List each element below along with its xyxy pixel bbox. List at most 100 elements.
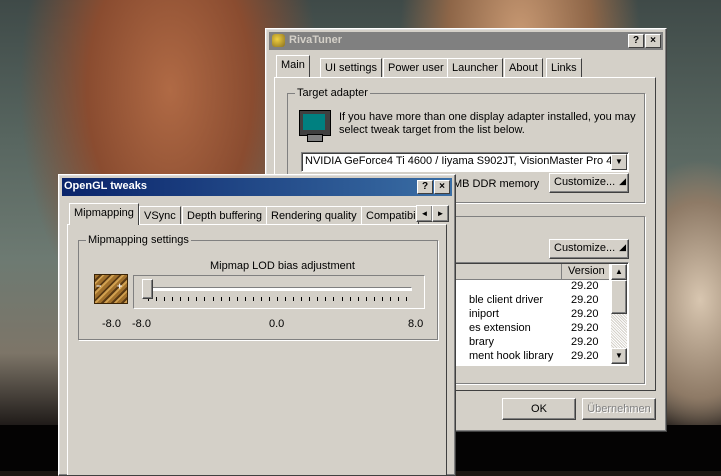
tab-main[interactable]: Main — [276, 55, 310, 77]
slider-tick — [349, 297, 351, 301]
slider-tick — [268, 297, 270, 301]
texture-icon: − + — [94, 274, 128, 304]
slider-tick — [277, 297, 278, 301]
opengl-title: OpenGL tweaks — [64, 180, 147, 192]
tab-depth-buffering[interactable]: Depth buffering — [182, 206, 268, 225]
slider-tick — [309, 297, 311, 301]
slider-thumb[interactable] — [142, 279, 153, 299]
slider-tick — [236, 297, 238, 301]
tab-launcher[interactable]: Launcher — [447, 58, 503, 77]
tab-about[interactable]: About — [504, 58, 543, 77]
slider-tick — [357, 297, 359, 301]
slider-tick — [156, 297, 158, 301]
scroll-down-icon[interactable]: ▼ — [611, 348, 627, 364]
tick-label-min: -8.0 — [132, 318, 151, 330]
list-item-version: 29.20 — [571, 350, 599, 362]
slider-ticks — [148, 297, 407, 301]
driver-customize-label: Customize... — [554, 242, 616, 254]
scroll-thumb[interactable] — [611, 280, 627, 314]
tab-vsync[interactable]: VSync — [139, 206, 181, 225]
list-item-name: ment hook library — [469, 350, 554, 362]
tab-power-user[interactable]: Power user — [383, 58, 449, 77]
tab-scroll-left-icon[interactable]: ◄ — [416, 205, 433, 222]
tab-ui-settings[interactable]: UI settings — [320, 58, 382, 77]
monitor-icon — [299, 110, 331, 142]
target-adapter-label: Target adapter — [295, 87, 370, 99]
list-item-version: 29.20 — [571, 294, 599, 306]
slider-label: Mipmap LOD bias adjustment — [210, 260, 355, 272]
slider-tick — [285, 297, 287, 301]
tick-label-max: 8.0 — [408, 318, 424, 330]
tick-label-mid: 0.0 — [269, 318, 285, 330]
list-scrollbar[interactable]: ▲ ▼ — [611, 264, 627, 364]
slider-tick — [172, 297, 174, 301]
tab-links[interactable]: Links — [546, 58, 582, 77]
list-item-name: es extension — [469, 322, 531, 334]
rivatuner-titlebar[interactable]: RivaTuner ? × — [269, 32, 663, 50]
slider-tick — [301, 297, 303, 301]
slider-tick — [244, 297, 246, 301]
list-item-version: 29.20 — [571, 280, 599, 292]
rivatuner-title: RivaTuner — [289, 34, 342, 46]
slider-tick — [389, 297, 391, 301]
slider-tick — [397, 297, 399, 301]
adapter-customize-label: Customize... — [554, 176, 616, 188]
list-item-name: brary — [469, 336, 495, 348]
opengl-close-button[interactable]: × — [434, 180, 450, 194]
opengl-titlebar[interactable]: OpenGL tweaks ? × — [62, 178, 452, 196]
plus-glyph: + — [117, 281, 123, 291]
tab-scroll-right-icon[interactable]: ► — [432, 205, 449, 222]
slider-tick — [317, 297, 319, 301]
slider-tick — [180, 297, 182, 301]
list-item-name: iniport — [469, 308, 499, 320]
chevron-down-icon[interactable]: ▼ — [611, 154, 627, 170]
slider-tick — [365, 297, 367, 301]
slider-tick — [188, 297, 190, 301]
slider-tick — [406, 297, 407, 301]
rivatuner-close-button[interactable]: × — [645, 34, 661, 48]
expand-arrow-icon: ◢ — [619, 242, 626, 252]
list-item-version: 29.20 — [571, 336, 599, 348]
slider-tick — [333, 297, 335, 301]
slider-tick — [228, 297, 230, 301]
ok-button[interactable]: OK — [502, 398, 576, 420]
opengl-tweaks-window: OpenGL tweaks ? × Mipmapping VSync Depth… — [58, 174, 456, 476]
rivatuner-help-button[interactable]: ? — [628, 34, 644, 48]
list-item-version: 29.20 — [571, 308, 599, 320]
tab-rendering-quality[interactable]: Rendering quality — [266, 206, 362, 225]
apply-button[interactable]: Übernehmen — [582, 398, 656, 420]
adapter-select-value: NVIDIA GeForce4 Ti 4600 / Iiyama S902JT,… — [305, 155, 619, 167]
slider-tick — [164, 297, 166, 301]
tab-mipmapping[interactable]: Mipmapping — [69, 203, 139, 225]
slider-tick — [373, 297, 375, 301]
scroll-up-icon[interactable]: ▲ — [611, 264, 627, 280]
rivatuner-app-icon — [272, 34, 285, 47]
slider-tick — [293, 297, 295, 301]
lod-bias-slider[interactable] — [133, 275, 425, 309]
minus-glyph: − — [96, 281, 102, 291]
slider-tick — [260, 297, 262, 301]
driver-customize-button[interactable]: Customize... ◢ — [549, 239, 629, 259]
expand-arrow-icon: ◢ — [619, 176, 626, 186]
tab-compatibility[interactable]: Compatibili — [361, 206, 419, 225]
current-value-label: -8.0 — [102, 318, 121, 330]
list-item-version: 29.20 — [571, 322, 599, 334]
slider-tick — [341, 297, 343, 301]
slider-tick — [252, 297, 254, 301]
mipmapping-settings-label: Mipmapping settings — [86, 234, 191, 246]
adapter-select[interactable]: NVIDIA GeForce4 Ti 4600 / Iiyama S902JT,… — [301, 152, 629, 172]
memory-info-text: MB DDR memory — [453, 178, 540, 190]
slider-track — [144, 287, 412, 291]
adapter-customize-button[interactable]: Customize... ◢ — [549, 173, 629, 193]
opengl-help-button[interactable]: ? — [417, 180, 433, 194]
mipmapping-panel: Mipmapping settings − + Mipmap LOD bias … — [67, 224, 447, 475]
slider-tick — [220, 297, 222, 301]
slider-tick — [212, 297, 214, 301]
slider-tick — [204, 297, 206, 301]
list-item-name: ble client driver — [469, 294, 543, 306]
slider-tick — [196, 297, 198, 301]
slider-tick — [325, 297, 327, 301]
slider-tick — [381, 297, 383, 301]
adapter-info-text: If you have more than one display adapte… — [339, 111, 636, 136]
version-column-header[interactable]: Version — [561, 264, 618, 279]
